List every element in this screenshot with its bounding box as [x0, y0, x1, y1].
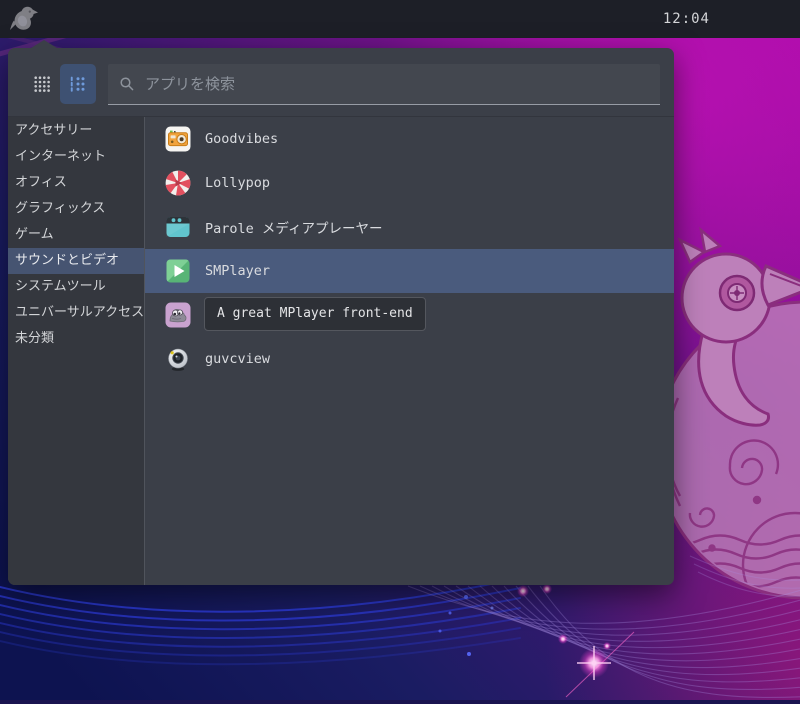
grid-view-button[interactable]	[24, 64, 60, 104]
search-icon	[120, 77, 134, 91]
lollypop-icon	[165, 170, 191, 196]
app-row-parole[interactable]: Parole メディアプレーヤー	[145, 205, 674, 249]
app-list: Goodvibes Lollypop Parole メディアプレーヤー SMPl…	[145, 117, 674, 585]
goodvibes-icon	[165, 126, 191, 152]
sidebar-item-accessories[interactable]: アクセサリー	[8, 118, 144, 144]
category-view-icon	[70, 76, 85, 92]
grid-view-icon	[34, 76, 50, 92]
sidebar-item-universal-access[interactable]: ユニバーサルアクセス	[8, 300, 144, 326]
sidebar-item-system-tools[interactable]: システムツール	[8, 274, 144, 300]
sidebar-item-uncategorized[interactable]: 未分類	[8, 326, 144, 352]
sidebar-item-graphics[interactable]: グラフィックス	[8, 196, 144, 222]
menu-launcher-button[interactable]	[8, 3, 40, 35]
app-label: Goodvibes	[205, 131, 279, 147]
sidebar-item-sound-video[interactable]: サウンドとビデオ	[8, 248, 144, 274]
category-sidebar: アクセサリー インターネット オフィス グラフィックス ゲーム サウンドとビデオ…	[8, 117, 145, 585]
panel-clock[interactable]: 12:04	[663, 0, 710, 38]
parole-icon	[166, 217, 190, 237]
sidebar-item-office[interactable]: オフィス	[8, 170, 144, 196]
top-panel: 12:04	[0, 0, 800, 38]
app-label: Lollypop	[205, 175, 271, 191]
guvcview-icon	[168, 348, 188, 371]
app-tooltip: A great MPlayer front-end	[204, 297, 426, 331]
purple-creature-icon	[165, 302, 191, 328]
search-input[interactable]	[143, 74, 660, 94]
app-row-smplayer[interactable]: SMPlayer	[145, 249, 674, 293]
app-row-goodvibes[interactable]: Goodvibes	[145, 117, 674, 161]
smplayer-icon	[166, 259, 190, 283]
popup-arrow	[31, 40, 57, 48]
sidebar-item-internet[interactable]: インターネット	[8, 144, 144, 170]
app-search-field	[108, 64, 660, 105]
bird-logo-icon	[10, 6, 38, 30]
app-row-guvcview[interactable]: guvcview	[145, 337, 674, 381]
app-label: SMPlayer	[205, 263, 271, 279]
app-row-lollypop[interactable]: Lollypop	[145, 161, 674, 205]
category-view-button[interactable]	[60, 64, 96, 104]
app-label: guvcview	[205, 351, 271, 367]
sidebar-item-games[interactable]: ゲーム	[8, 222, 144, 248]
application-menu-popup: アクセサリー インターネット オフィス グラフィックス ゲーム サウンドとビデオ…	[8, 40, 674, 585]
menu-body: アクセサリー インターネット オフィス グラフィックス ゲーム サウンドとビデオ…	[8, 116, 674, 585]
app-label: Parole メディアプレーヤー	[205, 221, 383, 237]
view-toggle-group	[24, 64, 96, 104]
